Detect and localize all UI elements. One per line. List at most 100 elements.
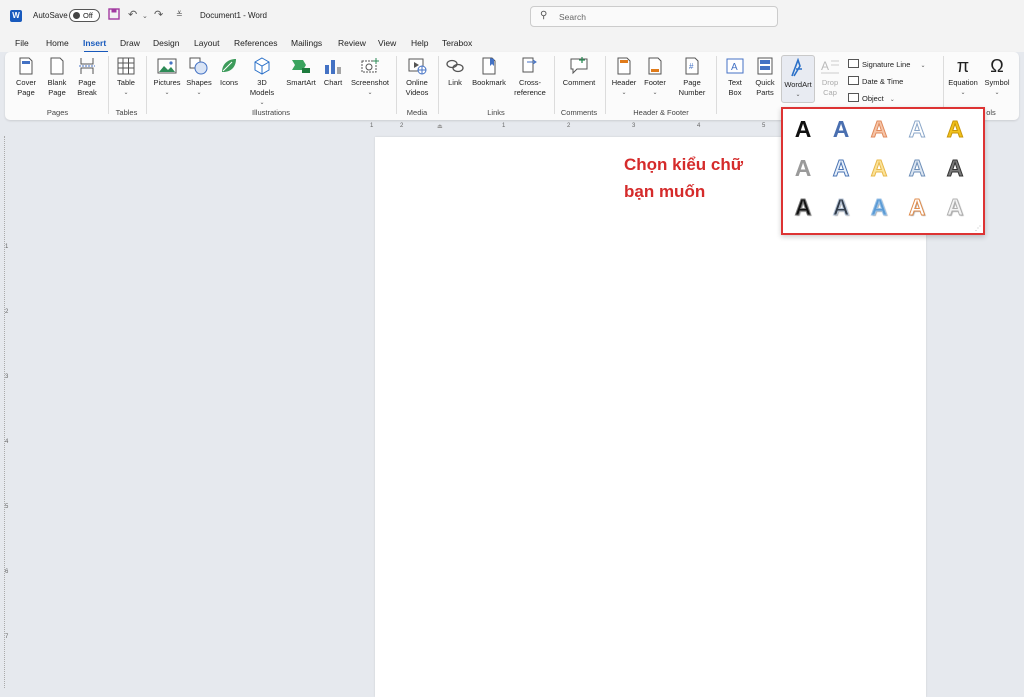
ruler-number: 2 [567, 123, 571, 129]
online-videos-label-1: Online [406, 78, 428, 87]
resize-grip-icon[interactable]: ⋰ [975, 225, 981, 232]
wordart-style-15[interactable]: A [940, 192, 970, 222]
equation-dropdown-icon: ⌄ [960, 90, 966, 96]
group-divider [716, 56, 717, 114]
ruler-number: 7 [5, 634, 9, 640]
search-box[interactable]: ⚲ Search [530, 6, 778, 27]
customize-toolbar-icon[interactable]: ≚ [176, 8, 183, 22]
wordart-style-10[interactable]: A [940, 153, 970, 183]
wordart-style-14[interactable]: A [902, 192, 932, 222]
wordart-style-13[interactable]: A [864, 192, 894, 222]
screenshot-dropdown-icon: ⌄ [367, 90, 373, 96]
icons-icon [218, 56, 240, 76]
text-box-button[interactable]: A Text Box [721, 56, 749, 98]
wordart-style-6[interactable]: A [788, 153, 818, 183]
tutorial-annotation: Chọn kiểu chữ bạn muốn [624, 151, 743, 205]
wordart-style-5[interactable]: A [940, 114, 970, 144]
tab-draw[interactable]: Draw [120, 38, 140, 48]
wordart-style-4[interactable]: A [902, 114, 932, 144]
table-button[interactable]: Table ⌄ [113, 56, 139, 98]
autosave-label: AutoSave [33, 11, 68, 20]
pictures-icon [156, 56, 178, 76]
signature-line-button[interactable]: Signature Line ⌄ [848, 59, 926, 69]
table-label: Table [117, 78, 135, 87]
object-button[interactable]: Object ⌄ [848, 93, 895, 103]
header-label: Header [611, 78, 637, 87]
online-videos-button[interactable]: Online Videos [401, 56, 433, 98]
footer-button[interactable]: Footer ⌄ [640, 56, 670, 98]
tab-terabox[interactable]: Terabox [442, 38, 472, 48]
bookmark-label: Bookmark [472, 78, 506, 87]
undo-icon[interactable]: ↶ [128, 8, 137, 22]
wordart-style-9[interactable]: A [902, 153, 932, 183]
equation-button[interactable]: π Equation ⌄ [946, 56, 980, 98]
group-label-comments: Comments [560, 108, 598, 117]
annotation-line-1: Chọn kiểu chữ [624, 155, 744, 174]
date-time-button[interactable]: Date & Time [848, 76, 903, 86]
group-divider [108, 56, 109, 114]
tab-references[interactable]: References [234, 38, 277, 48]
screenshot-label: Screenshot [351, 78, 389, 87]
ruler-number: 6 [5, 569, 9, 575]
bookmark-button[interactable]: Bookmark [470, 56, 508, 88]
wordart-style-12[interactable]: A [826, 192, 856, 222]
page-break-button[interactable]: Page Break [73, 56, 101, 98]
chart-label: Chart [323, 78, 343, 87]
page-number-icon: # [681, 56, 703, 76]
cover-page-button[interactable]: Cover Page [11, 56, 41, 98]
redo-icon[interactable]: ↷ [154, 8, 163, 22]
search-icon: ⚲ [540, 10, 548, 21]
undo-dropdown-icon[interactable]: ⌄ [142, 10, 148, 24]
tab-design[interactable]: Design [153, 38, 179, 48]
cover-page-label-1: Cover [15, 78, 36, 87]
ruler-number: 5 [5, 504, 9, 510]
page-number-button[interactable]: # Page Number [672, 56, 712, 98]
autosave-toggle[interactable]: Off [69, 9, 100, 22]
tab-mailings[interactable]: Mailings [291, 38, 322, 48]
drop-cap-button[interactable]: A Drop Cap [817, 56, 843, 98]
annotation-line-2: bạn muốn [624, 182, 706, 201]
tab-home[interactable]: Home [46, 38, 69, 48]
symbol-button[interactable]: Ω Symbol ⌄ [981, 56, 1013, 98]
3d-models-button[interactable]: 3D Models ⌄ [247, 56, 277, 108]
wordart-style-8[interactable]: A [864, 153, 894, 183]
cross-reference-button[interactable]: Cross-reference [511, 56, 549, 98]
screenshot-icon [359, 56, 381, 76]
tab-insert[interactable]: Insert [83, 38, 106, 48]
tab-layout[interactable]: Layout [194, 38, 220, 48]
link-label: Link [448, 78, 462, 87]
comment-button[interactable]: Comment [559, 56, 599, 88]
wordart-style-11[interactable]: A [788, 192, 818, 222]
header-button[interactable]: Header ⌄ [609, 56, 639, 98]
quick-parts-button[interactable]: Quick Parts [751, 56, 779, 98]
wordart-style-7[interactable]: A [826, 153, 856, 183]
pictures-button[interactable]: Pictures ⌄ [151, 56, 183, 98]
vertical-ruler[interactable]: 1 2 3 4 5 6 7 [4, 136, 12, 688]
wordart-button[interactable]: WordArt ⌄ [781, 55, 815, 103]
shapes-label: Shapes [186, 78, 212, 87]
blank-page-button[interactable]: Blank Page [43, 56, 71, 98]
screenshot-button[interactable]: Screenshot ⌄ [348, 56, 392, 98]
wordart-style-3[interactable]: A [864, 114, 894, 144]
tab-help[interactable]: Help [411, 38, 428, 48]
save-icon[interactable] [108, 8, 120, 24]
title-bar: W AutoSave Off ↶ ⌄ ↷ ≚ Document1 - Word … [0, 0, 1024, 32]
wordart-style-1[interactable]: A [788, 114, 818, 144]
shapes-button[interactable]: Shapes ⌄ [184, 56, 214, 98]
icons-button[interactable]: Icons [216, 56, 242, 88]
tab-review[interactable]: Review [338, 38, 366, 48]
smartart-button[interactable]: SmartArt [283, 56, 319, 88]
link-button[interactable]: Link [443, 56, 467, 88]
wordart-style-2[interactable]: A [826, 114, 856, 144]
cover-page-label-2: Page [17, 88, 35, 97]
chart-button[interactable]: Chart [321, 56, 345, 88]
blank-page-label-1: Blank [47, 78, 67, 87]
indent-marker-icon[interactable]: ⏏ [437, 123, 443, 130]
search-placeholder: Search [559, 12, 586, 22]
shapes-icon [188, 56, 210, 76]
tab-file[interactable]: File [15, 38, 29, 48]
omega-icon: Ω [990, 56, 1004, 76]
tab-view[interactable]: View [378, 38, 396, 48]
calendar-icon [848, 76, 859, 85]
object-dropdown-icon: ⌄ [889, 97, 895, 103]
